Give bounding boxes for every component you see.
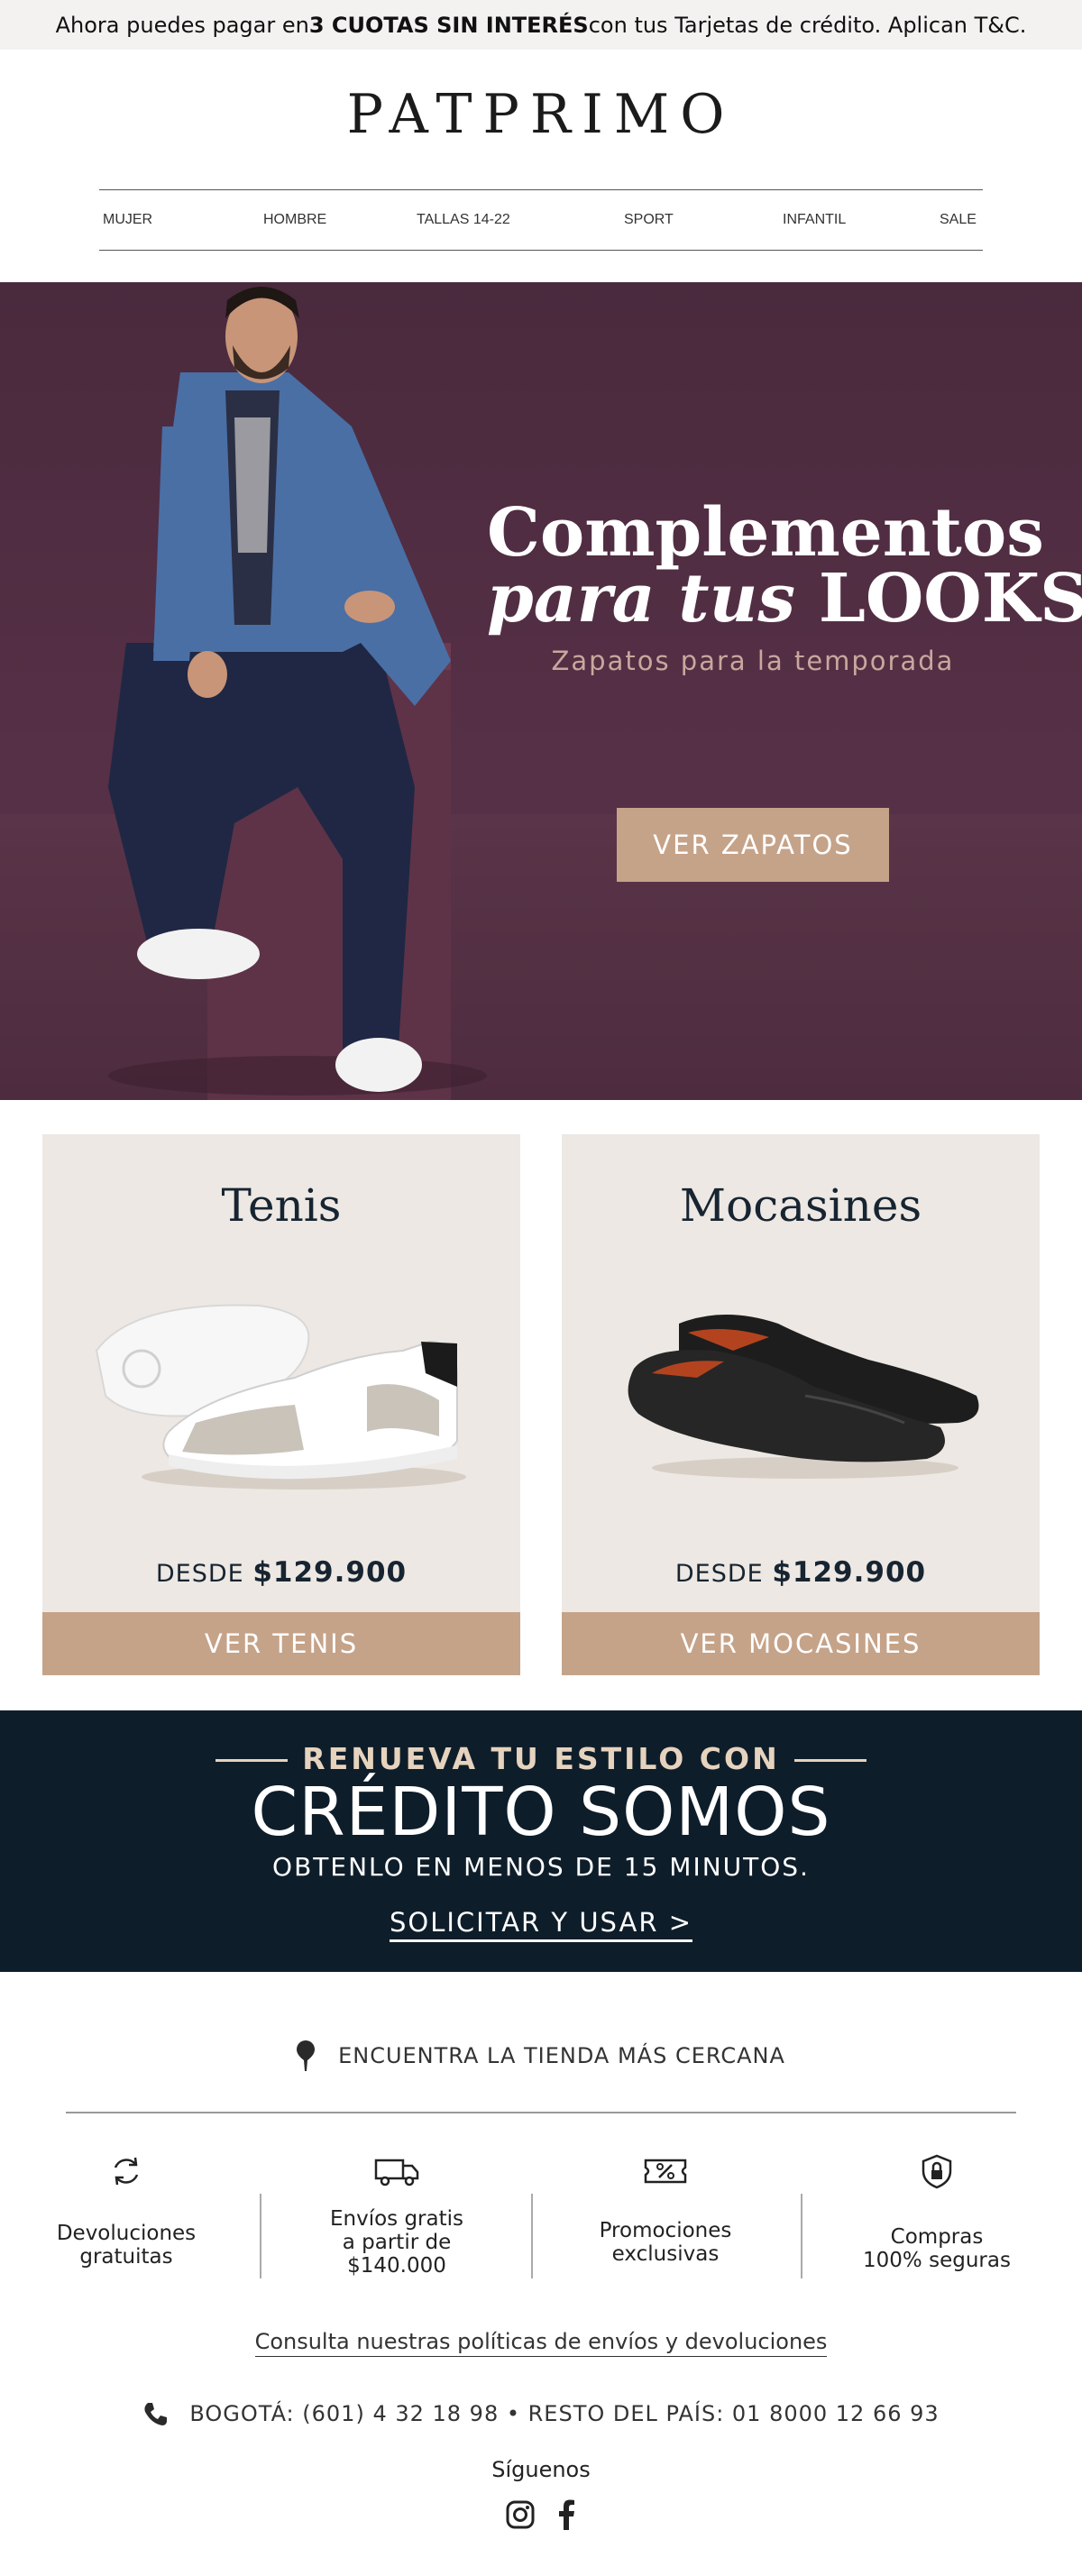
feature-envios: Envíos gratis a partir de $140.000 xyxy=(298,2153,496,2288)
feature-line1: Envíos gratis xyxy=(329,2207,464,2231)
credit-title: CRÉDITO SOMOS xyxy=(251,1774,831,1851)
phone-icon xyxy=(144,2403,168,2425)
credit-pretitle-text: RENUEVA TU ESTILO CON xyxy=(302,1741,780,1776)
product-card-mocasines[interactable]: Mocasines DESDE $129.900 VER MOCASINES xyxy=(562,1134,1040,1675)
credit-banner[interactable]: RENUEVA TU ESTILO CON CRÉDITO SOMOS OBTE… xyxy=(0,1710,1082,1972)
ver-zapatos-button[interactable]: VER ZAPATOS xyxy=(617,808,889,882)
solicitar-link-text[interactable]: SOLICITAR Y USAR > xyxy=(389,1907,693,1942)
hero-title-caps: LOOKS xyxy=(818,560,1082,637)
price-line: DESDE $129.900 xyxy=(562,1556,1040,1589)
feature-line1: Promociones xyxy=(599,2219,732,2242)
truck-icon xyxy=(374,2159,419,2186)
nav-item-hombre[interactable]: HOMBRE xyxy=(263,190,326,250)
shield-lock-icon xyxy=(922,2154,952,2189)
policy-link-text[interactable]: Consulta nuestras políticas de envíos y … xyxy=(254,2329,828,2357)
nav-item-mujer[interactable]: MUJER xyxy=(103,190,152,250)
decorative-line xyxy=(793,1759,867,1762)
card-title: Mocasines xyxy=(679,1179,922,1232)
feature-separator xyxy=(531,2194,533,2278)
sneakers-image xyxy=(95,1304,466,1490)
announcement-bar: Ahora puedes pagar en 3 CUOTAS SIN INTER… xyxy=(0,0,1082,50)
nav-item-sale[interactable]: SALE xyxy=(940,190,977,250)
policy-link[interactable]: Consulta nuestras políticas de envíos y … xyxy=(0,2329,1082,2357)
facebook-icon[interactable] xyxy=(555,2499,577,2530)
feature-promociones: Promociones exclusivas xyxy=(566,2153,765,2288)
card-title: Tenis xyxy=(221,1179,342,1232)
price-value: $129.900 xyxy=(252,1556,408,1589)
social-links xyxy=(505,2499,577,2535)
feature-line2: a partir de xyxy=(342,2231,452,2254)
price-prefix: DESDE xyxy=(155,1560,244,1588)
phone-text: BOGOTÁ: (601) 4 32 18 98 • RESTO DEL PAÍ… xyxy=(189,2401,940,2426)
announcement-highlight: 3 CUOTAS SIN INTERÉS xyxy=(308,12,589,38)
ver-tenis-button[interactable]: VER TENIS xyxy=(42,1612,520,1675)
product-card-tenis[interactable]: Tenis DESDE $129.900 VER TENIS xyxy=(42,1134,520,1675)
hero-title-italic: para tus xyxy=(487,560,796,637)
store-finder[interactable]: ENCUENTRA LA TIENDA MÁS CERCANA xyxy=(0,2036,1082,2076)
announcement-prefix: Ahora puedes pagar en xyxy=(55,12,309,38)
follow-label: Síguenos xyxy=(491,2457,591,2482)
feature-line2: 100% seguras xyxy=(863,2249,1011,2272)
discount-ticket-icon xyxy=(644,2159,687,2184)
price-value: $129.900 xyxy=(772,1556,927,1589)
nav-item-infantil[interactable]: INFANTIL xyxy=(783,190,846,250)
feature-devoluciones: Devoluciones gratuitas xyxy=(27,2153,225,2288)
hero-subtitle: Zapatos para la temporada xyxy=(551,646,955,676)
divider xyxy=(66,2112,1016,2113)
contact-phone: BOGOTÁ: (601) 4 32 18 98 • RESTO DEL PAÍ… xyxy=(0,2398,1082,2429)
store-finder-label[interactable]: ENCUENTRA LA TIENDA MÁS CERCANA xyxy=(338,2043,785,2068)
feature-line1: Compras xyxy=(890,2225,984,2249)
feature-seguras: Compras 100% seguras xyxy=(838,2153,1036,2288)
model-illustration xyxy=(108,287,487,1095)
price-line: DESDE $129.900 xyxy=(42,1556,520,1589)
hero-title-line2: para tus LOOKS xyxy=(487,560,1082,637)
loafers-image xyxy=(628,1315,979,1479)
decorative-line xyxy=(215,1759,289,1762)
nav-item-tallas[interactable]: TALLAS 14-22 xyxy=(417,190,510,250)
credit-subtitle: OBTENLO EN MENOS DE 15 MINUTOS. xyxy=(272,1852,810,1882)
refresh-icon xyxy=(114,2157,139,2186)
announcement-suffix: con tus Tarjetas de crédito. Aplican T&C… xyxy=(588,12,1027,38)
credit-pretitle: RENUEVA TU ESTILO CON xyxy=(0,1741,1082,1776)
nav-item-sport[interactable]: SPORT xyxy=(624,190,674,250)
ver-mocasines-button[interactable]: VER MOCASINES xyxy=(562,1612,1040,1675)
feature-line3: $140.000 xyxy=(347,2254,446,2278)
main-nav: MUJER HOMBRE TALLAS 14-22 SPORT INFANTIL… xyxy=(99,189,983,251)
feature-line1: Devoluciones xyxy=(56,2222,197,2245)
hero-banner[interactable]: Complementos para tus LOOKS Zapatos para… xyxy=(0,282,1082,1100)
feature-line2: gratuitas xyxy=(79,2245,173,2269)
feature-separator xyxy=(801,2194,802,2278)
brand-logo[interactable]: PATPRIMO xyxy=(0,83,1082,146)
map-pin-icon xyxy=(297,2040,316,2071)
instagram-icon[interactable] xyxy=(505,2499,536,2530)
feature-line2: exclusivas xyxy=(611,2242,720,2266)
feature-separator xyxy=(260,2194,261,2278)
solicitar-link[interactable]: SOLICITAR Y USAR > xyxy=(0,1907,1082,1942)
price-prefix: DESDE xyxy=(674,1560,764,1588)
